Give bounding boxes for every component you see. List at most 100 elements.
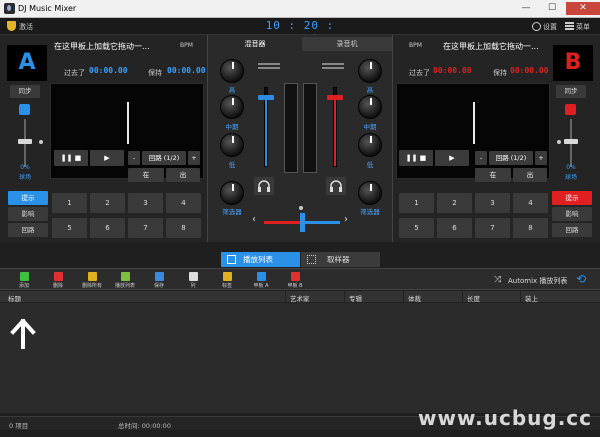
headphone-cue-a-button[interactable]	[254, 177, 274, 195]
tab-playlist[interactable]: 播放列表	[221, 252, 300, 267]
tag-button[interactable]: 标签	[215, 272, 239, 289]
hot-cue-button[interactable]: 4	[166, 193, 201, 213]
eq-mid-knob-a[interactable]	[220, 95, 244, 119]
column-divider[interactable]	[462, 291, 463, 303]
cue-mode-button[interactable]: 提示	[552, 191, 592, 205]
loop-size-display[interactable]: 回路 (1/2)	[142, 151, 186, 165]
cue-mode-button[interactable]: 提示	[8, 191, 48, 205]
effects-mode-button[interactable]: 影响	[552, 207, 592, 221]
column-header-album[interactable]: 专辑	[349, 293, 362, 303]
to-deck-a-button[interactable]: 甲板 A	[249, 272, 273, 289]
filter-knob-a[interactable]	[220, 181, 244, 205]
playlist-button[interactable]: 播放列表	[113, 272, 137, 289]
eq-high-knob-a[interactable]	[220, 59, 244, 83]
chevron-right-icon[interactable]: ›	[344, 214, 352, 226]
delete-all-button[interactable]: 删除所有	[80, 272, 104, 289]
refresh-icon[interactable]: ⟲	[576, 273, 588, 285]
play-button[interactable]: ▶	[435, 150, 469, 166]
hot-cue-button[interactable]: 8	[513, 218, 548, 238]
loop-mode-button[interactable]: 回路	[552, 223, 592, 237]
eq-mid-knob-b[interactable]	[358, 95, 382, 119]
activate-button[interactable]: 激活	[19, 22, 33, 32]
hot-cue-button[interactable]: 1	[399, 193, 434, 213]
knob-label: 筛选器	[360, 208, 380, 216]
headphone-cue-b-button[interactable]	[326, 177, 346, 195]
to-deck-b-button[interactable]: 甲板 B	[283, 272, 307, 289]
settings-button[interactable]: 设置	[543, 22, 557, 32]
crossfader-track-b[interactable]	[302, 221, 340, 224]
delete-button[interactable]: 删除	[46, 272, 70, 289]
automix-button[interactable]: Automix 播放列表	[508, 276, 567, 286]
loop-out-button[interactable]: 出	[166, 168, 200, 182]
hot-cue-button[interactable]: 7	[128, 218, 163, 238]
hot-cue-button[interactable]: 6	[437, 218, 472, 238]
hot-cue-button[interactable]: 7	[475, 218, 510, 238]
loop-size-display[interactable]: 回路 (1/2)	[489, 151, 533, 165]
column-divider[interactable]	[403, 291, 404, 303]
volume-thumb-a[interactable]	[258, 94, 274, 100]
tab-recorder[interactable]: 录音机	[302, 37, 392, 51]
eq-low-knob-b[interactable]	[358, 133, 382, 157]
save-button[interactable]: 保存	[147, 272, 171, 289]
hot-cue-button[interactable]: 3	[128, 193, 163, 213]
pitch-reset-dot[interactable]	[39, 140, 43, 144]
pitch-reset-dot[interactable]	[557, 140, 561, 144]
crossfader-track-a[interactable]	[264, 221, 302, 224]
crossfader-thumb[interactable]	[300, 213, 305, 232]
eq-low-knob-a[interactable]	[220, 133, 244, 157]
hot-cue-button[interactable]: 2	[90, 193, 125, 213]
shuffle-icon[interactable]: ⤨	[494, 275, 504, 285]
loop-in-button[interactable]: 在	[128, 168, 164, 182]
loop-minus-button[interactable]: -	[128, 151, 140, 165]
close-button[interactable]: ✕	[566, 2, 600, 15]
hamburger-icon[interactable]	[565, 22, 574, 30]
column-header-length[interactable]: 长度	[467, 293, 480, 303]
column-divider[interactable]	[344, 291, 345, 303]
chevron-left-icon[interactable]: ‹	[252, 214, 260, 226]
hot-cue-button[interactable]: 6	[90, 218, 125, 238]
add-button[interactable]: 添加	[12, 272, 36, 289]
pitch-slider-thumb[interactable]	[18, 139, 32, 144]
maximize-button[interactable]: ☐	[540, 2, 564, 15]
loop-in-button[interactable]: 在	[475, 168, 511, 182]
hot-cue-button[interactable]: 4	[513, 193, 548, 213]
playlist-table-body[interactable]	[0, 303, 600, 413]
volume-thumb-b[interactable]	[327, 94, 343, 100]
hot-cue-button[interactable]: 8	[166, 218, 201, 238]
column-divider[interactable]	[520, 291, 521, 303]
column-divider[interactable]	[285, 291, 286, 303]
tab-sampler[interactable]: 取样器	[301, 252, 380, 267]
loop-plus-button[interactable]: +	[188, 151, 200, 165]
tab-mixer[interactable]: 混音器	[210, 37, 300, 51]
columns-button[interactable]: 列	[181, 272, 205, 289]
play-button[interactable]: ▶	[90, 150, 124, 166]
effects-mode-button[interactable]: 影响	[8, 207, 48, 221]
menu-button[interactable]: 菜单	[576, 22, 590, 32]
column-header-genre[interactable]: 体裁	[408, 293, 421, 303]
hot-cue-button[interactable]: 1	[52, 193, 87, 213]
pause-stop-button[interactable]: ❚❚ ■	[54, 150, 88, 166]
loop-out-button[interactable]: 出	[513, 168, 547, 182]
lock-icon[interactable]	[19, 104, 30, 115]
eq-high-knob-b[interactable]	[358, 59, 382, 83]
column-header-artist[interactable]: 艺术家	[290, 293, 310, 303]
lock-icon[interactable]	[565, 104, 576, 115]
minimize-button[interactable]: —	[514, 2, 538, 15]
filter-knob-b[interactable]	[358, 181, 382, 205]
loop-minus-button[interactable]: -	[475, 151, 487, 165]
gear-icon[interactable]	[532, 22, 541, 31]
column-header-title[interactable]: 标题	[8, 293, 21, 303]
loop-plus-button[interactable]: +	[535, 151, 547, 165]
hot-cue-button[interactable]: 3	[475, 193, 510, 213]
loop-mode-button[interactable]: 回路	[8, 223, 48, 237]
hot-cue-button[interactable]: 2	[437, 193, 472, 213]
sync-button[interactable]: 同步	[556, 85, 586, 98]
hot-cue-button[interactable]: 5	[399, 218, 434, 238]
crossfader-center-dot[interactable]	[299, 206, 303, 210]
sync-button[interactable]: 同步	[10, 85, 40, 98]
pause-stop-button[interactable]: ❚❚ ■	[399, 150, 433, 166]
column-header-loaded[interactable]: 装上	[525, 293, 538, 303]
shield-icon[interactable]	[7, 21, 16, 31]
hot-cue-button[interactable]: 5	[52, 218, 87, 238]
pitch-slider-thumb[interactable]	[564, 139, 578, 144]
